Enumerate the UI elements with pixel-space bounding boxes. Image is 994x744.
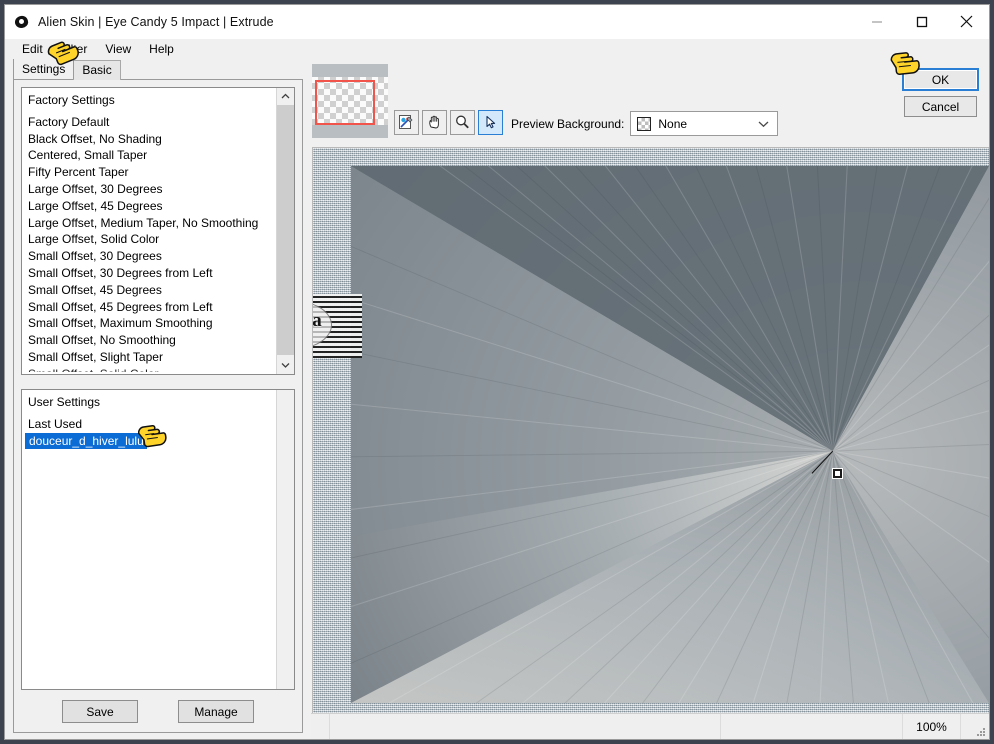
user-settings-list: User Settings Last Used douceur_d_hiver_… xyxy=(22,390,277,689)
list-item[interactable]: Centered, Small Taper xyxy=(22,147,277,164)
resize-grip-icon[interactable] xyxy=(974,725,986,737)
extruded-image xyxy=(351,166,989,703)
title-bar: Alien Skin | Eye Candy 5 Impact | Extrud… xyxy=(5,5,989,39)
list-item[interactable]: Small Offset, No Smoothing xyxy=(22,332,277,349)
list-item[interactable]: Fifty Percent Taper xyxy=(22,164,277,181)
status-bar: 100% xyxy=(311,713,989,739)
list-item[interactable]: Small Offset, 45 Degrees xyxy=(22,282,277,299)
preview-toolbar: Preview Background: None OK Cancel xyxy=(311,59,989,147)
list-item[interactable]: Small Offset, 30 Degrees xyxy=(22,248,277,265)
menu-item-view[interactable]: View xyxy=(96,40,140,58)
menu-item-help[interactable]: Help xyxy=(140,40,183,58)
minimize-button[interactable] xyxy=(854,5,899,38)
settings-button-row: Save Manage xyxy=(21,700,295,725)
app-logo-icon xyxy=(13,13,30,30)
preview-pane: Preview Background: None OK Cancel a 100… xyxy=(311,59,989,739)
list-item[interactable]: Large Offset, Solid Color xyxy=(22,231,277,248)
scroll-up-arrow-icon[interactable] xyxy=(277,88,294,105)
list-item[interactable]: Small Offset, 30 Degrees from Left xyxy=(22,265,277,282)
color-picker-tool-button[interactable] xyxy=(394,110,419,135)
list-item-clipped[interactable]: Small Offset, Solid Color xyxy=(22,366,277,372)
cancel-button[interactable]: Cancel xyxy=(904,96,977,117)
factory-settings-list: Factory Settings Factory Default Black O… xyxy=(22,88,277,374)
navigator-selection-rect[interactable] xyxy=(315,80,375,125)
window-controls xyxy=(854,5,989,38)
list-item[interactable]: Large Offset, 45 Degrees xyxy=(22,198,277,215)
user-list-scrollbar[interactable] xyxy=(276,390,294,689)
list-item[interactable]: Black Offset, No Shading xyxy=(22,131,277,148)
factory-list-scrollbar[interactable] xyxy=(276,88,294,374)
menu-item-filter[interactable]: Filter xyxy=(52,40,97,58)
vanishing-point-leader-line xyxy=(811,450,834,474)
window-title: Alien Skin | Eye Candy 5 Impact | Extrud… xyxy=(38,14,274,29)
tab-basic[interactable]: Basic xyxy=(73,60,121,80)
list-item[interactable]: Small Offset, Maximum Smoothing xyxy=(22,315,277,332)
factory-settings-header: Factory Settings xyxy=(28,93,115,107)
zoom-level[interactable]: 100% xyxy=(902,714,961,739)
vanishing-point-handle[interactable] xyxy=(832,468,843,479)
navigator-thumbnail[interactable] xyxy=(312,64,388,138)
menu-item-edit[interactable]: Edit xyxy=(13,40,52,58)
ok-button[interactable]: OK xyxy=(902,68,979,91)
preview-background-label: Preview Background: xyxy=(511,116,625,131)
application-window: Alien Skin | Eye Candy 5 Impact | Extrud… xyxy=(4,4,990,740)
user-settings-header: User Settings xyxy=(28,395,101,409)
settings-pane: Settings Basic Factory Settings Factory … xyxy=(5,58,311,739)
main-body: Settings Basic Factory Settings Factory … xyxy=(5,58,989,739)
tool-buttons xyxy=(394,110,503,135)
menu-bar: Edit Filter View Help xyxy=(5,39,989,59)
save-button[interactable]: Save xyxy=(62,700,138,723)
scroll-down-arrow-icon[interactable] xyxy=(277,357,294,374)
manage-button[interactable]: Manage xyxy=(178,700,254,723)
factory-settings-listbox[interactable]: Factory Settings Factory Default Black O… xyxy=(21,87,295,375)
zoom-tool-button[interactable] xyxy=(450,110,475,135)
settings-tab-panel: Factory Settings Factory Default Black O… xyxy=(13,79,303,733)
close-button[interactable] xyxy=(944,5,989,38)
list-item-selected[interactable]: douceur_d_hiver_lulu xyxy=(25,432,147,450)
scrollbar-thumb[interactable] xyxy=(277,105,294,355)
preview-background-control: Preview Background: None xyxy=(511,111,779,136)
user-settings-listbox[interactable]: User Settings Last Used douceur_d_hiver_… xyxy=(21,389,295,690)
arrow-tool-button[interactable] xyxy=(478,110,503,135)
preview-canvas[interactable]: claudia creations xyxy=(312,147,989,713)
tab-strip: Settings Basic xyxy=(13,58,311,80)
preview-image xyxy=(313,148,989,713)
tab-settings[interactable]: Settings xyxy=(13,58,75,79)
list-item[interactable]: Small Offset, Slight Taper xyxy=(22,349,277,366)
list-item[interactable]: Factory Default xyxy=(22,114,277,131)
list-item[interactable]: Last Used xyxy=(22,416,277,433)
list-item[interactable]: Large Offset, Medium Taper, No Smoothing xyxy=(22,215,277,232)
preview-background-select[interactable]: None xyxy=(630,111,779,136)
list-item[interactable]: Large Offset, 30 Degrees xyxy=(22,181,277,198)
dialog-buttons: OK Cancel xyxy=(902,68,979,117)
preview-background-swatch-icon xyxy=(637,116,652,131)
hand-tool-button[interactable] xyxy=(422,110,447,135)
list-item[interactable]: Small Offset, 45 Degrees from Left xyxy=(22,299,277,316)
preview-background-value: None xyxy=(658,116,688,131)
maximize-button[interactable] xyxy=(899,5,944,38)
chevron-down-icon[interactable] xyxy=(758,117,769,131)
